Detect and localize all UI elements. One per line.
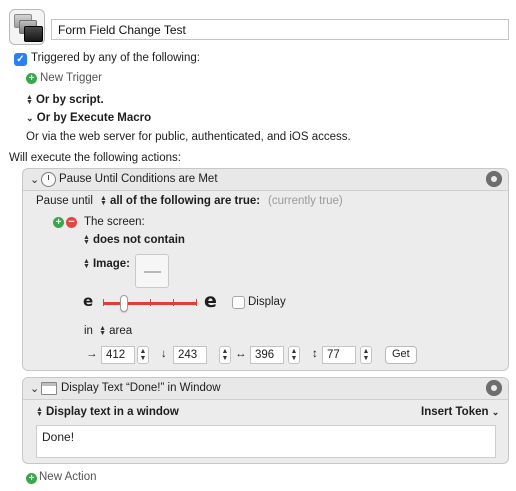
condition-status: (currently true) <box>268 195 343 207</box>
x-field[interactable]: 412 <box>101 346 135 364</box>
gear-icon[interactable] <box>486 380 502 396</box>
display-checkbox[interactable] <box>232 296 245 309</box>
image-well[interactable] <box>135 254 169 288</box>
h-field[interactable]: 77 <box>322 346 356 364</box>
new-action-link[interactable]: New Action <box>39 471 97 483</box>
x-stepper[interactable]: ▲ ▼ <box>137 346 149 364</box>
chevron-down-icon: ⌄ <box>491 407 500 417</box>
contain-mode-select[interactable]: ▲ ▼ does not contain <box>83 234 185 246</box>
h-stepper[interactable]: ▲ ▼ <box>360 346 372 364</box>
insert-token-menu[interactable]: Insert Token ⌄ <box>421 406 499 418</box>
action-display-text[interactable]: ⌄ Display Text “Done!” in Window ▲ ▼ Displ… <box>22 377 509 464</box>
action-title: Display Text “Done!” in Window <box>61 382 221 394</box>
h-arrow: ↕ <box>312 348 318 360</box>
new-trigger-link[interactable]: New Trigger <box>40 72 102 84</box>
fuzz-max-glyph: e <box>204 290 217 312</box>
fuzz-min-glyph: e <box>83 292 94 310</box>
collapse-chevron-icon[interactable]: ⌄ <box>30 382 39 395</box>
w-field[interactable]: 396 <box>250 346 284 364</box>
or-by-script-toggle[interactable]: ▲ ▼ Or by script. <box>26 94 104 106</box>
fuzz-slider-knob[interactable] <box>119 295 128 312</box>
add-condition-icon[interactable]: + <box>53 217 64 228</box>
get-button[interactable]: Get <box>385 346 417 364</box>
chevron-down-icon: ⌄ <box>26 113 34 123</box>
clock-icon <box>41 172 56 187</box>
triggered-checkbox[interactable]: ✓ <box>14 53 27 66</box>
w-stepper[interactable]: ▲ ▼ <box>288 346 300 364</box>
new-trigger-icon[interactable]: + <box>26 73 37 84</box>
actions-header: Will execute the following actions: <box>9 152 181 164</box>
or-by-execute-macro-toggle[interactable]: ⌄ Or by Execute Macro <box>26 112 151 124</box>
w-arrow: ↔ <box>235 348 247 360</box>
action-pause-until[interactable]: ⌄ Pause Until Conditions are Met Pause u… <box>22 168 509 371</box>
gear-icon[interactable] <box>486 171 502 187</box>
triggered-label: Triggered by any of the following: <box>31 52 200 64</box>
macro-icon[interactable] <box>9 9 45 45</box>
window-icon <box>41 382 57 395</box>
new-action-icon[interactable]: + <box>26 473 37 484</box>
collapse-chevron-icon[interactable]: ⌄ <box>30 173 39 186</box>
y-field[interactable]: 243 <box>173 346 207 364</box>
y-arrow: ↓ <box>161 348 167 360</box>
x-arrow: → <box>86 348 98 360</box>
in-area-row[interactable]: in ▲ ▼ area <box>84 325 132 337</box>
screen-label: The screen: <box>84 216 145 228</box>
image-label: ▲ ▼ Image: <box>83 257 131 270</box>
web-server-note: Or via the web server for public, authen… <box>26 131 351 143</box>
y-stepper[interactable]: ▲ ▼ <box>219 346 231 364</box>
display-text-area[interactable]: Done! <box>36 425 496 458</box>
display-mode-select[interactable]: ▲ ▼ Display text in a window <box>36 406 179 418</box>
remove-condition-icon[interactable]: − <box>66 217 77 228</box>
condition-mode-select[interactable]: ▲ ▼ all of the following are true: <box>100 195 260 207</box>
pause-until-label: Pause until <box>36 195 93 207</box>
disclosure-icon: ▲ ▼ <box>26 93 33 106</box>
action-title: Pause Until Conditions are Met <box>59 173 218 185</box>
display-label: Display <box>248 296 286 308</box>
macro-name-field[interactable]: Form Field Change Test <box>51 19 509 40</box>
